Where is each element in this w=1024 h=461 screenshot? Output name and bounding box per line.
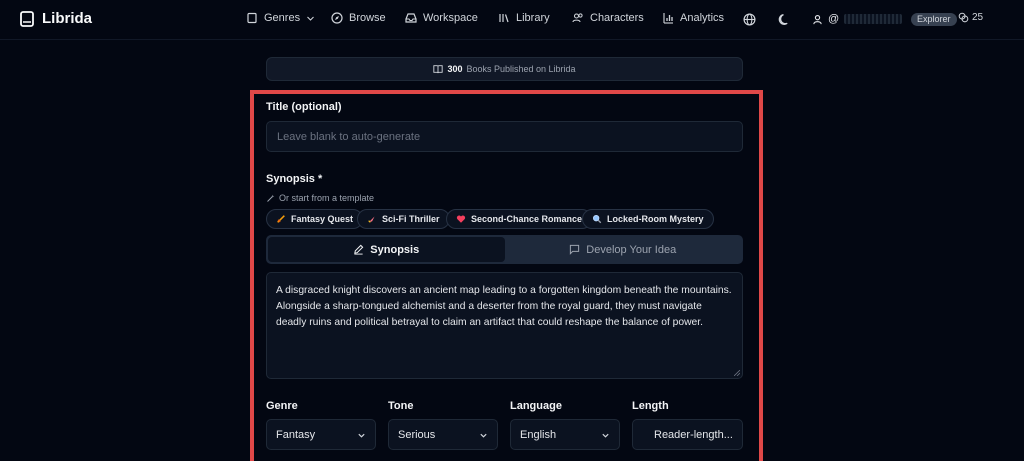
template-chip-label: Fantasy Quest [291,214,354,224]
resize-handle-icon[interactable] [734,370,740,376]
bar-chart-icon [663,13,673,24]
genre-value: Fantasy [276,428,316,441]
length-select[interactable]: Reader-length... [632,419,743,450]
book-icon [20,10,34,27]
nav-browse[interactable]: Browse [331,12,386,24]
credits-count: 25 [972,12,984,23]
brand-title: Librida [42,10,93,27]
users-icon [572,13,583,23]
chevron-down-icon [602,433,609,438]
brand-logo[interactable]: Librida [20,10,92,27]
synopsis-text: A disgraced knight discovers an ancient … [276,285,732,328]
tab-synopsis[interactable]: Synopsis [268,237,505,262]
books-published-banner: 300 Books Published on Librida [266,57,743,81]
inbox-icon [405,13,417,23]
synopsis-textarea[interactable]: A disgraced knight discovers an ancient … [266,272,743,379]
tone-select[interactable]: Serious [388,419,498,450]
length-label: Length [632,400,669,412]
template-chip-second-chance-romance[interactable]: Second-Chance Romance [446,209,593,229]
navbar: Librida Genres Browse Workspace Library … [0,0,1024,40]
nav-characters[interactable]: Characters [572,12,644,24]
template-chip-label: Locked-Room Mystery [607,214,704,224]
nav-workspace[interactable]: Workspace [405,12,478,24]
tab-develop-label: Develop Your Idea [586,243,677,256]
books-published-text: Books Published on Librida [466,64,576,74]
chevron-down-icon [307,16,314,21]
template-hint: Or start from a template [266,193,374,203]
template-hint-text: Or start from a template [279,193,375,203]
book-open-icon [433,65,444,74]
nav-genres-label: Genres [264,12,301,24]
library-icon [499,14,509,23]
nav-characters-label: Characters [590,12,644,24]
tab-develop-idea[interactable]: Develop Your Idea [505,237,742,262]
chevron-down-icon [480,433,487,438]
synopsis-label: Synopsis * [266,173,323,185]
coins-icon [958,12,969,23]
title-label: Title (optional) [266,101,342,113]
tone-value: Serious [398,428,436,441]
language-label: Language [510,400,562,412]
template-chip-sci-fi-thriller[interactable]: Sci-Fi Thriller [357,209,450,229]
nav-library-label: Library [516,12,550,24]
chevron-down-icon [358,433,365,438]
title-input[interactable]: Leave blank to auto-generate [266,121,743,152]
nav-browse-label: Browse [349,12,386,24]
template-chip-label: Sci-Fi Thriller [382,214,440,224]
nav-genres[interactable]: Genres [246,12,315,24]
user-icon [813,14,822,24]
template-chip-locked-room-mystery[interactable]: Locked-Room Mystery [582,209,714,229]
template-chip-fantasy-quest[interactable]: Fantasy Quest [266,209,364,229]
pencil-icon [354,244,364,255]
genre-label: Genre [266,400,298,412]
user-menu[interactable]: @ [812,13,903,25]
globe-icon[interactable] [743,13,756,26]
user-handle-prefix: @ [828,13,840,25]
tone-label: Tone [388,400,414,412]
credits-counter[interactable]: 25 [958,12,983,23]
wand-sparkles-icon [267,194,275,202]
moon-icon[interactable] [778,13,791,26]
genre-select[interactable]: Fantasy [266,419,376,450]
title-placeholder: Leave blank to auto-generate [277,130,421,143]
nav-analytics[interactable]: Analytics [662,12,724,24]
language-select[interactable]: English [510,419,620,450]
redacted-username [844,14,903,24]
magnifier-icon [593,215,602,224]
heart-icon [456,215,466,223]
tab-synopsis-label: Synopsis [370,243,420,256]
length-value: Reader-length... [654,428,733,441]
message-square-icon [570,244,580,255]
book-open-icon [247,12,257,24]
nav-analytics-label: Analytics [680,12,725,24]
nav-workspace-label: Workspace [423,12,478,24]
rocket-icon [368,214,377,223]
synopsis-tabs: Synopsis Develop Your Idea [266,235,743,264]
template-chip-label: Second-Chance Romance [471,214,583,224]
books-count: 300 [447,64,463,74]
language-value: English [520,428,557,441]
nav-library[interactable]: Library [498,12,550,24]
compass-icon [331,12,343,24]
sword-icon [277,215,285,223]
tier-badge: Explorer [911,13,957,26]
